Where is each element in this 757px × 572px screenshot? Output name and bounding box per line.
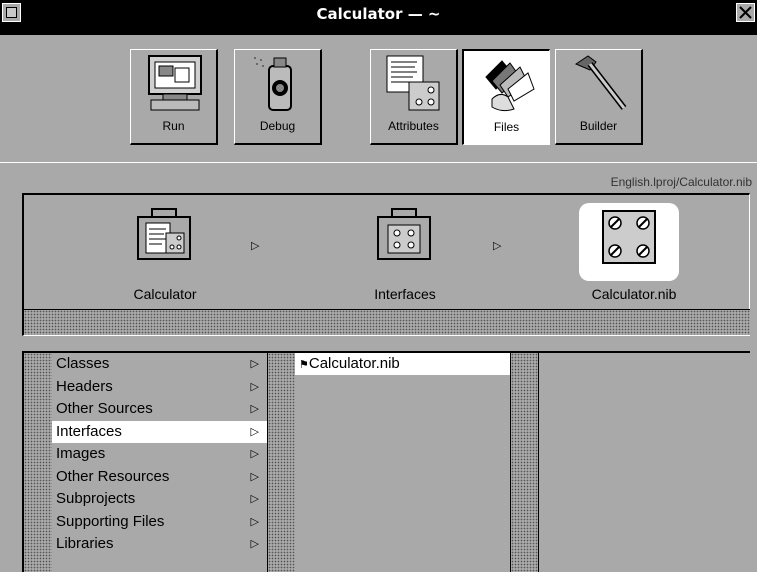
- path-node-interfaces[interactable]: Interfaces: [350, 203, 460, 309]
- window-title: Calculator — ~: [316, 5, 441, 23]
- title-bar[interactable]: Calculator — ~: [0, 0, 757, 35]
- hammer-icon: [574, 55, 627, 110]
- list-item-label: Classes: [56, 355, 110, 372]
- list-item-label: Other Resources: [56, 467, 170, 485]
- column3-scrollbar[interactable]: [511, 353, 538, 572]
- list-item[interactable]: Classes ▷: [52, 353, 267, 376]
- bug-spray-icon: [254, 57, 292, 111]
- browser-columns: Classes ▷ Headers ▷ Other Sources ▷ Interfa…: [22, 351, 750, 572]
- list-item[interactable]: Supporting Files ▷: [52, 511, 267, 534]
- nib-file-icon: [602, 210, 656, 264]
- triangle-right-icon: ▷: [250, 493, 259, 505]
- list-item[interactable]: Subprojects ▷: [52, 488, 267, 511]
- attributes-icon: [386, 55, 440, 111]
- debug-button[interactable]: Debug: [234, 49, 322, 145]
- column2-scrollbar[interactable]: [268, 353, 295, 572]
- flag-icon: ⚑: [299, 359, 309, 371]
- triangle-right-icon: ▷: [250, 470, 259, 483]
- path-node-label: Interfaces: [374, 286, 436, 302]
- list-item-label: Interfaces: [56, 422, 122, 440]
- triangle-right-icon: ▷: [250, 515, 259, 528]
- run-label: Run: [162, 119, 185, 133]
- triangle-right-icon: ▷: [250, 358, 259, 370]
- list-item-selected[interactable]: ⚑Calculator.nib: [295, 353, 510, 375]
- path-arrow-icon: ▷: [493, 239, 502, 252]
- files-fan-icon: [485, 60, 535, 112]
- list-item-label: Other Sources: [56, 400, 153, 417]
- column1: Classes ▷ Headers ▷ Other Sources ▷ Interfa…: [52, 353, 267, 572]
- path-node-calculator-nib[interactable]: Calculator.nib: [579, 203, 689, 309]
- triangle-right-icon: ▷: [250, 425, 259, 438]
- builder-button[interactable]: Builder: [555, 49, 643, 145]
- list-item-label: Supporting Files: [56, 512, 165, 530]
- list-item[interactable]: Images ▷: [52, 443, 267, 466]
- close-icon: [739, 6, 752, 19]
- list-item-label: Calculator.nib: [308, 355, 400, 372]
- builder-label: Builder: [579, 119, 618, 133]
- triangle-right-icon: ▷: [250, 403, 259, 415]
- files-button[interactable]: Files: [462, 49, 550, 145]
- project-suitcase-icon: [137, 208, 191, 260]
- path-node-label: Calculator: [133, 286, 197, 302]
- horizontal-scroller[interactable]: [22, 309, 750, 336]
- column3: [539, 353, 750, 572]
- list-item-label: Images: [56, 445, 106, 462]
- triangle-right-icon: ▷: [250, 380, 259, 393]
- path-node-label: Calculator.nib: [591, 286, 677, 302]
- attributes-label: Attributes: [388, 119, 439, 133]
- monitor-icon: [148, 55, 202, 111]
- triangle-right-icon: ▷: [250, 448, 259, 460]
- list-item-selected[interactable]: Interfaces ▷: [52, 420, 267, 443]
- list-item-label: Headers: [56, 377, 113, 395]
- run-button[interactable]: Run: [130, 49, 218, 145]
- attributes-button[interactable]: Attributes: [370, 49, 458, 145]
- list-item[interactable]: Headers ▷: [52, 376, 267, 399]
- list-item[interactable]: Other Resources ▷: [52, 466, 267, 489]
- path-node-calculator[interactable]: Calculator: [110, 203, 220, 309]
- files-label: Files: [493, 120, 520, 134]
- list-item-label: Subprojects: [56, 490, 136, 507]
- browser-path-area: Calculator ▷ Interfaces ▷ Calculator.nib: [22, 193, 750, 309]
- column1-scrollbar[interactable]: [24, 353, 52, 572]
- close-button[interactable]: [736, 3, 755, 22]
- toolbar: Run Debug Attributes Files Builder: [0, 35, 757, 163]
- interfaces-suitcase-icon: [377, 208, 431, 260]
- triangle-right-icon: ▷: [250, 538, 259, 550]
- file-path-label: English.lproj/Calculator.nib: [610, 175, 752, 189]
- column2: ⚑Calculator.nib: [295, 353, 510, 572]
- debug-label: Debug: [259, 119, 296, 133]
- list-item[interactable]: Other Sources ▷: [52, 398, 267, 421]
- list-item-label: Libraries: [56, 535, 114, 552]
- list-item[interactable]: Libraries ▷: [52, 533, 267, 556]
- path-arrow-icon: ▷: [251, 239, 260, 252]
